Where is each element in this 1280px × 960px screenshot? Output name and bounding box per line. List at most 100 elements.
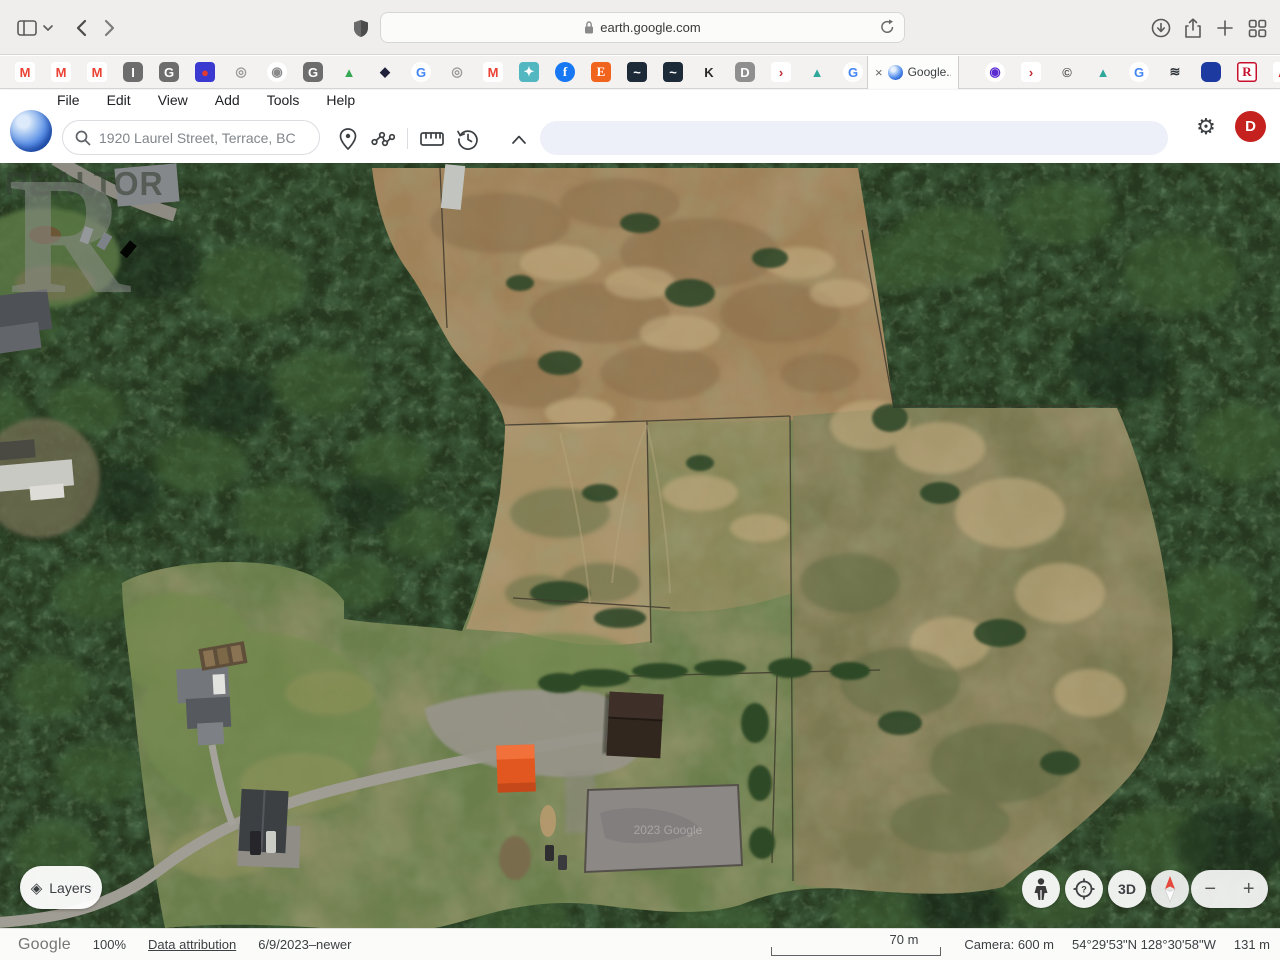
teal-badge-favicon[interactable]: ✦ bbox=[519, 62, 539, 82]
barn bbox=[602, 691, 663, 758]
google-earth-logo[interactable] bbox=[10, 110, 52, 152]
google-earth-favicon bbox=[888, 65, 903, 80]
results-panel-collapsed[interactable] bbox=[540, 121, 1168, 155]
pegman-icon bbox=[1031, 877, 1051, 901]
map-scale: 70 m bbox=[771, 932, 946, 958]
3d-toggle-button[interactable]: 3D bbox=[1108, 870, 1146, 908]
placemark-pin-icon[interactable] bbox=[336, 127, 360, 151]
dark-chart-favicon[interactable]: ~ bbox=[627, 62, 647, 82]
menu-file[interactable]: File bbox=[57, 92, 80, 108]
teal-mountain-favicon[interactable]: ▲ bbox=[1093, 62, 1113, 82]
red-arrow-favicon[interactable]: › bbox=[771, 62, 791, 82]
facebook-favicon[interactable]: f bbox=[555, 62, 575, 82]
zoom-in-button[interactable]: + bbox=[1234, 878, 1264, 901]
path-tool-icon[interactable] bbox=[371, 127, 395, 151]
chat-favicon[interactable]: ◎ bbox=[447, 62, 467, 82]
historical-imagery-icon[interactable] bbox=[456, 127, 480, 151]
back-button[interactable] bbox=[70, 17, 92, 39]
share-icon[interactable] bbox=[1182, 17, 1204, 39]
pegman-button[interactable] bbox=[1022, 870, 1060, 908]
google-g-favicon[interactable]: G bbox=[843, 62, 863, 82]
account-avatar[interactable]: D bbox=[1235, 111, 1266, 142]
navy-square-favicon[interactable] bbox=[1201, 62, 1221, 82]
menu-view[interactable]: View bbox=[158, 92, 188, 108]
google-g-favicon[interactable]: G bbox=[411, 62, 431, 82]
sidebar-toggle-icon[interactable] bbox=[16, 17, 38, 39]
favicon-list-right: ◉ › © ▲ G ≋ RA bbox=[985, 62, 1280, 82]
privacy-shield-icon[interactable] bbox=[350, 17, 372, 39]
earth-status-bar: Google 100% Data attribution 6/9/2023–ne… bbox=[0, 928, 1280, 960]
search-input[interactable]: 1920 Laurel Street, Terrace, BC bbox=[99, 130, 296, 146]
toolbar-divider bbox=[407, 128, 408, 149]
downloads-icon[interactable] bbox=[1150, 17, 1172, 39]
tab-title: Google... bbox=[908, 65, 951, 79]
active-tab[interactable]: × Google... bbox=[867, 56, 959, 89]
satellite-map[interactable]: REALTOR 2023 Google ◈ Layers ? 3D − + R bbox=[0, 163, 1280, 928]
red-arrow-favicon[interactable]: › bbox=[1021, 62, 1041, 82]
dark-diamond-favicon[interactable]: ◆ bbox=[375, 62, 395, 82]
search-bar[interactable]: 1920 Laurel Street, Terrace, BC bbox=[62, 120, 320, 155]
layers-icon: ◈ bbox=[31, 879, 43, 897]
purple-circle-favicon[interactable]: ◉ bbox=[985, 62, 1005, 82]
settings-gear-icon[interactable]: ⚙ bbox=[1193, 114, 1219, 140]
copyright-favicon[interactable]: © bbox=[1057, 62, 1077, 82]
cursor-coordinates: 54°29'53"N 128°30'58"W bbox=[1072, 937, 1216, 952]
scale-label: 70 m bbox=[890, 932, 919, 947]
address-bar[interactable]: earth.google.com bbox=[380, 12, 905, 43]
chevron-down-icon[interactable] bbox=[42, 17, 54, 39]
k-logo-favicon[interactable]: K bbox=[699, 62, 719, 82]
google-g-favicon[interactable]: G bbox=[1129, 62, 1149, 82]
green-mountain-favicon[interactable]: ▲ bbox=[339, 62, 359, 82]
forward-button[interactable] bbox=[98, 17, 120, 39]
camera-altitude: Camera: 600 m bbox=[964, 937, 1054, 952]
scale-bar bbox=[771, 947, 941, 956]
new-tab-icon[interactable] bbox=[1214, 17, 1236, 39]
imagery-date: 6/9/2023–newer bbox=[258, 937, 351, 952]
etsy-favicon[interactable]: E bbox=[591, 62, 611, 82]
tab-overview-icon[interactable] bbox=[1246, 17, 1268, 39]
terrain-elevation: 131 m bbox=[1234, 937, 1270, 952]
svg-text:?: ? bbox=[1081, 885, 1087, 895]
gmail-favicon[interactable]: M bbox=[483, 62, 503, 82]
aerial-imagery bbox=[0, 163, 1280, 928]
compass-needle-icon bbox=[1157, 874, 1183, 904]
zoom-out-button[interactable]: − bbox=[1195, 878, 1225, 901]
realtor-favicon[interactable]: R bbox=[1237, 62, 1257, 82]
reload-icon[interactable] bbox=[880, 19, 895, 35]
chat-favicon[interactable]: ◎ bbox=[231, 62, 251, 82]
gmail-favicon[interactable]: M bbox=[87, 62, 107, 82]
browser-toolbar: earth.google.com bbox=[0, 0, 1280, 55]
compass-button[interactable] bbox=[1151, 870, 1189, 908]
menu-add[interactable]: Add bbox=[215, 92, 240, 108]
compass-favicon[interactable]: ◉ bbox=[267, 62, 287, 82]
menu-edit[interactable]: Edit bbox=[107, 92, 131, 108]
gray-d-favicon[interactable]: D bbox=[735, 62, 755, 82]
riding-arena bbox=[585, 785, 742, 872]
gmail-favicon[interactable]: M bbox=[51, 62, 71, 82]
car bbox=[250, 831, 261, 855]
favicon-list-left: MMMIG●◎◉G▲◆G◎M✦fE~~KD›▲G bbox=[15, 62, 863, 82]
lock-icon bbox=[584, 21, 594, 34]
teal-mountain-favicon[interactable]: ▲ bbox=[807, 62, 827, 82]
orange-shed bbox=[496, 744, 536, 792]
gray-i-favicon[interactable]: I bbox=[123, 62, 143, 82]
menu-help[interactable]: Help bbox=[326, 92, 355, 108]
data-attribution-link[interactable]: Data attribution bbox=[148, 937, 236, 952]
zoom-controls[interactable]: − + bbox=[1191, 870, 1268, 908]
url-text: earth.google.com bbox=[600, 20, 700, 35]
wave-logo-favicon[interactable]: ≋ bbox=[1165, 62, 1185, 82]
my-location-button[interactable]: ? bbox=[1065, 870, 1103, 908]
collapse-chevron-icon[interactable] bbox=[507, 127, 531, 151]
imagery-zoom-level: 100% bbox=[93, 937, 126, 952]
measure-ruler-icon[interactable] bbox=[420, 127, 444, 151]
gray-g-favicon[interactable]: G bbox=[303, 62, 323, 82]
gmail-favicon[interactable]: M bbox=[15, 62, 35, 82]
adobe-favicon[interactable]: A bbox=[1273, 62, 1280, 82]
menu-tools[interactable]: Tools bbox=[267, 92, 300, 108]
gray-g-favicon[interactable]: G bbox=[159, 62, 179, 82]
car bbox=[266, 831, 276, 853]
blue-red-logo-favicon[interactable]: ● bbox=[195, 62, 215, 82]
dark-chart-favicon[interactable]: ~ bbox=[663, 62, 683, 82]
layers-button[interactable]: ◈ Layers bbox=[20, 866, 102, 909]
tab-close-icon[interactable]: × bbox=[875, 65, 883, 80]
